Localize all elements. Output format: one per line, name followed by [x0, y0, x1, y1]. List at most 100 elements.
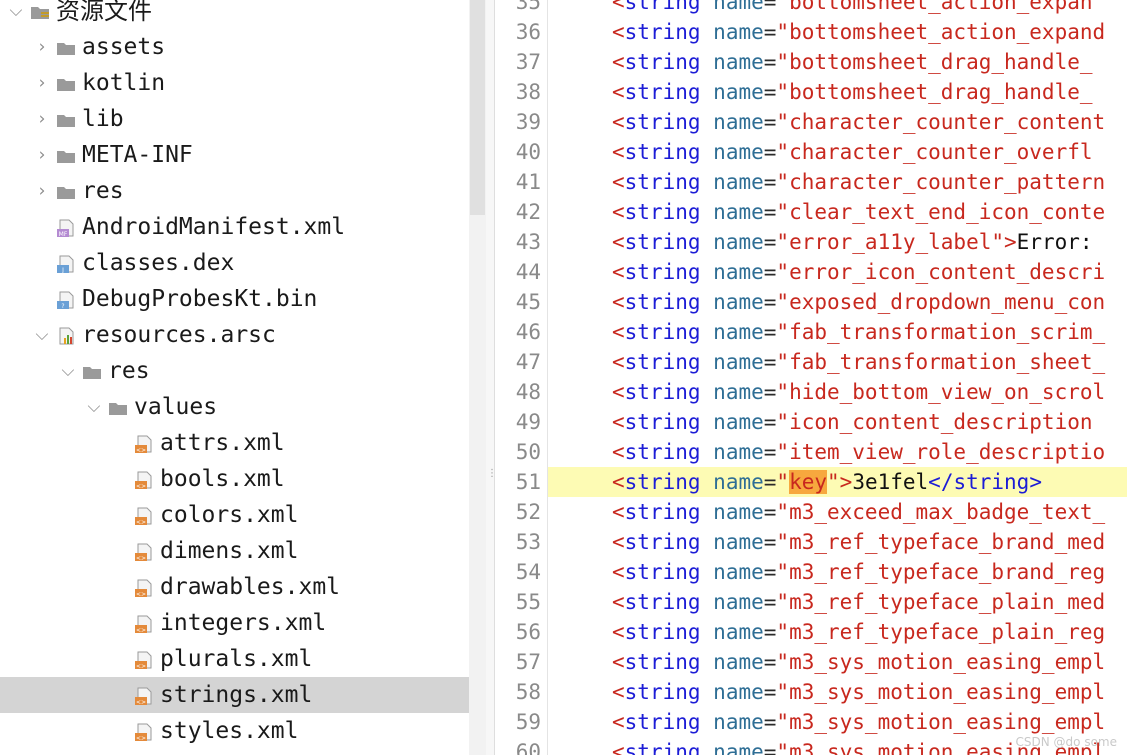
- tree-item[interactable]: › kotlin: [0, 65, 469, 101]
- code-line[interactable]: <string name="bottomsheet_drag_handle_: [548, 47, 1127, 77]
- svg-text:?: ?: [61, 303, 64, 310]
- chevron-down-icon[interactable]: ⌵: [86, 389, 102, 425]
- element-text: 3e1fel: [852, 470, 929, 494]
- code-line[interactable]: <string name="bottomsheet_drag_handle_: [548, 77, 1127, 107]
- attribute-value-text: m3_exceed_max_badge_text_: [789, 500, 1106, 524]
- code-line[interactable]: <string name="m3_sys_motion_easing_empl: [548, 677, 1127, 707]
- code-line[interactable]: <string name="m3_exceed_max_badge_text_: [548, 497, 1127, 527]
- attribute-name: name: [713, 230, 764, 254]
- tree-item[interactable]: ⌵ res: [0, 353, 469, 389]
- folder-icon: [56, 74, 76, 94]
- code-line[interactable]: <string name="clear_text_end_icon_conte: [548, 197, 1127, 227]
- equals: =: [763, 170, 777, 194]
- code-line[interactable]: <string name="character_counter_content: [548, 107, 1127, 137]
- tree-item[interactable]: <> integers.xml: [0, 605, 469, 641]
- tree-item[interactable]: ⌵ 资源文件: [0, 0, 469, 29]
- attribute-name: name: [713, 410, 764, 434]
- code-line[interactable]: <string name="fab_transformation_sheet_: [548, 347, 1127, 377]
- chevron-right-icon[interactable]: ›: [34, 173, 50, 209]
- code-line[interactable]: <string name="key">3e1fel</string>: [548, 467, 1127, 497]
- tree-item[interactable]: <> strings.xml: [0, 677, 469, 713]
- tree-item-label: META-INF: [82, 142, 193, 168]
- chevron-right-icon[interactable]: ›: [34, 101, 50, 137]
- attribute-value-text: bottomsheet_action_expand: [789, 20, 1106, 44]
- code-text: <string name="item_view_role_descriptio: [612, 437, 1105, 467]
- tree-item[interactable]: ? DebugProbesKt.bin: [0, 281, 469, 317]
- code-line[interactable]: <string name="icon_content_description: [548, 407, 1127, 437]
- splitter-grip-icon[interactable]: ⋮: [487, 469, 497, 494]
- chevron-right-icon[interactable]: ›: [34, 65, 50, 101]
- tree-item[interactable]: <> attrs.xml: [0, 425, 469, 461]
- panel-splitter[interactable]: [486, 0, 495, 755]
- tag-open-bracket: <: [612, 380, 625, 404]
- code-line[interactable]: <string name="m3_sys_motion_easing_empl: [548, 707, 1127, 737]
- code-line[interactable]: <string name="exposed_dropdown_menu_con: [548, 287, 1127, 317]
- tree-item[interactable]: <> colors.xml: [0, 497, 469, 533]
- line-number: 40: [515, 140, 541, 164]
- line-number: 43: [515, 230, 541, 254]
- tree-item[interactable]: ⌵ values: [0, 389, 469, 425]
- project-tree[interactable]: ⌵ 资源文件 › assets › kotlin › lib › META-INF › res MF An…: [0, 0, 469, 755]
- tree-item[interactable]: › META-INF: [0, 137, 469, 173]
- tree-item[interactable]: Jclasses.dex: [0, 245, 469, 281]
- attribute-value-text: error_icon_content_descri: [789, 260, 1106, 284]
- tree-item[interactable]: › assets: [0, 29, 469, 65]
- code-line[interactable]: <string name="hide_bottom_view_on_scrol: [548, 377, 1127, 407]
- line-number: 46: [515, 320, 541, 344]
- tree-item[interactable]: <> bools.xml: [0, 461, 469, 497]
- code-line[interactable]: <string name="character_counter_pattern: [548, 167, 1127, 197]
- code-line[interactable]: <string name="error_a11y_label">Error:: [548, 227, 1127, 257]
- tree-item[interactable]: <> dimens.xml: [0, 533, 469, 569]
- source-folder-icon: [30, 2, 50, 22]
- tag-open-bracket: <: [612, 710, 625, 734]
- code-line[interactable]: <string name="error_icon_content_descri: [548, 257, 1127, 287]
- tree-scrollbar-thumb[interactable]: [470, 0, 485, 215]
- svg-text:<>: <>: [136, 447, 146, 454]
- code-text: <string name="key">3e1fel</string>: [612, 467, 1042, 497]
- tag-name: string: [624, 230, 701, 254]
- attribute-value: "m3_ref_typeface_brand_med: [776, 530, 1106, 554]
- equals: =: [763, 500, 777, 524]
- tree-item[interactable]: <> drawables.xml: [0, 569, 469, 605]
- code-line[interactable]: <string name="m3_ref_typeface_brand_med: [548, 527, 1127, 557]
- tag-open-bracket: <: [612, 0, 625, 14]
- code-line[interactable]: <string name="fab_transformation_scrim_: [548, 317, 1127, 347]
- code-line[interactable]: <string name="bottomsheet_action_expand: [548, 17, 1127, 47]
- tree-item[interactable]: MF AndroidManifest.xml: [0, 209, 469, 245]
- equals: =: [763, 200, 777, 224]
- code-line[interactable]: <string name="m3_ref_typeface_brand_reg: [548, 557, 1127, 587]
- chevron-down-icon[interactable]: ⌵: [60, 353, 76, 389]
- code-line[interactable]: <string name="m3_sys_motion_easing_empl: [548, 647, 1127, 677]
- attribute-value: "bottomsheet_action_expand: [776, 20, 1106, 44]
- tag-name: string: [624, 500, 701, 524]
- xml-file-icon: <>: [134, 650, 154, 670]
- attribute-name: name: [713, 140, 764, 164]
- dex-file-icon: J: [56, 254, 76, 274]
- chevron-down-icon[interactable]: ⌵: [34, 317, 50, 353]
- code-text: <string name="m3_ref_typeface_brand_med: [612, 527, 1105, 557]
- tree-item[interactable]: ⌵ resources.arsc: [0, 317, 469, 353]
- tree-item[interactable]: › res: [0, 173, 469, 209]
- line-number: 39: [515, 110, 541, 134]
- tag-name: string: [624, 410, 701, 434]
- tree-item[interactable]: › lib: [0, 101, 469, 137]
- chevron-right-icon[interactable]: ›: [34, 29, 50, 65]
- code-line[interactable]: <string name="m3_ref_typeface_plain_reg: [548, 617, 1127, 647]
- folder-icon: [56, 110, 76, 130]
- attribute-value: "clear_text_end_icon_conte: [776, 200, 1106, 224]
- tree-item[interactable]: <> styles.xml: [0, 713, 469, 749]
- code-text: <string name="fab_transformation_scrim_: [612, 317, 1105, 347]
- code-line[interactable]: <string name="character_counter_overfl: [548, 137, 1127, 167]
- equals: =: [763, 50, 777, 74]
- code-line[interactable]: <string name="m3_ref_typeface_plain_med: [548, 587, 1127, 617]
- search-match-highlight: key: [789, 470, 827, 494]
- svg-text:<>: <>: [136, 519, 146, 526]
- attribute-name: name: [713, 380, 764, 404]
- tag-open-bracket: <: [612, 500, 625, 524]
- code-line[interactable]: <string name="item_view_role_descriptio: [548, 437, 1127, 467]
- tree-item[interactable]: <> plurals.xml: [0, 641, 469, 677]
- code-editor[interactable]: 35 36 37 38 39 40 41 42 43 44 45 46 47 48 49 50 51 52 53 54…: [495, 0, 1127, 755]
- chevron-right-icon[interactable]: ›: [34, 137, 50, 173]
- chevron-down-icon[interactable]: ⌵: [8, 0, 24, 29]
- code-line[interactable]: <string name="bottomsheet_action_expan: [548, 0, 1127, 17]
